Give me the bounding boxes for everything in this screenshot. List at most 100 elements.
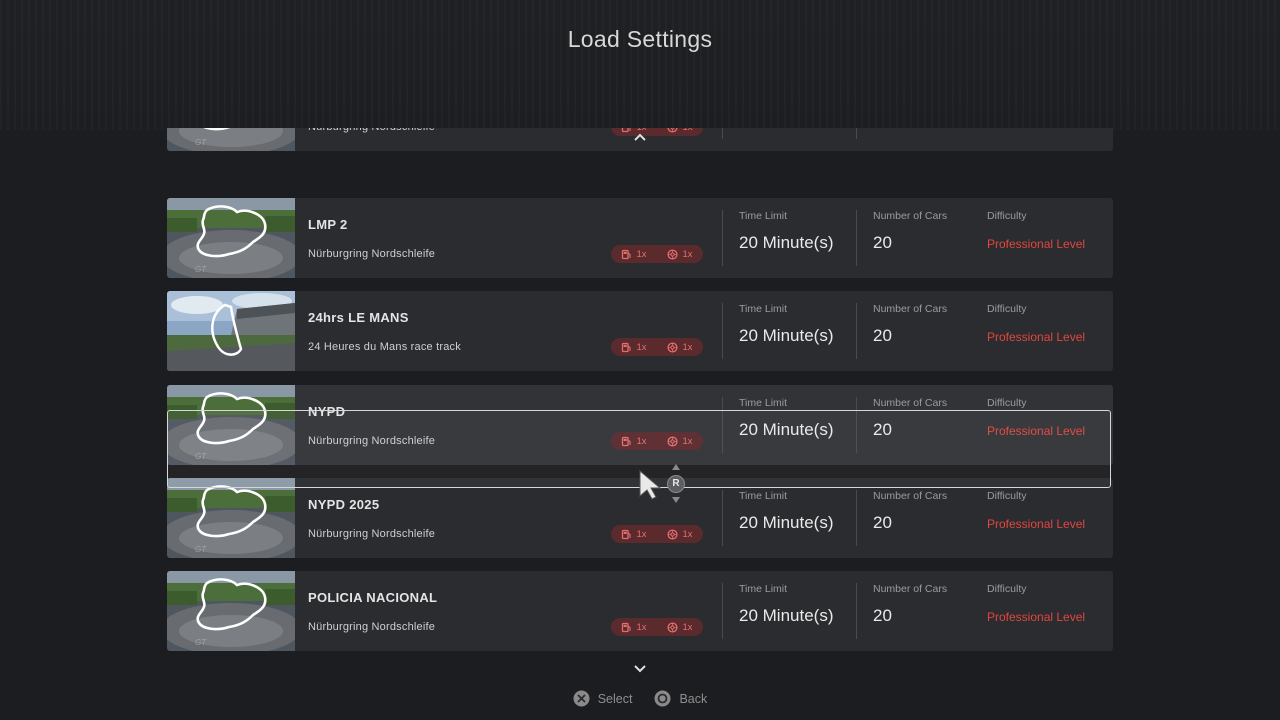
tire-wear-icon <box>668 128 678 133</box>
wear-multipliers: 1x 1x <box>611 338 703 356</box>
header-background <box>0 0 1280 130</box>
tire-multiplier-value: 1x <box>682 128 692 133</box>
num-cars-value: 20 <box>873 513 892 532</box>
tire-wear-icon <box>667 528 679 540</box>
tire-wear-icon <box>667 621 679 633</box>
right-stick-icon: R <box>667 475 685 493</box>
tire-multiplier: 1x <box>667 528 693 540</box>
column-divider <box>856 128 857 139</box>
difficulty-value: Professional Level <box>987 330 1086 344</box>
num-cars-column: Number of Cars 20 <box>873 490 947 554</box>
num-cars-column: Number of Cars 20 <box>873 128 947 147</box>
difficulty-column: Difficulty Professional Level <box>987 490 1085 554</box>
wear-multipliers: 1x 1x <box>611 245 703 263</box>
track-name: Nürburgring Nordschleife <box>308 528 436 540</box>
fuel-icon <box>622 342 632 352</box>
column-divider <box>722 303 723 359</box>
num-cars-value: 20 <box>873 326 892 345</box>
fuel-multiplier-value: 1x <box>636 248 647 260</box>
back-hint[interactable]: Back <box>654 690 707 707</box>
tire-wear-icon <box>667 341 679 353</box>
num-cars-label: Number of Cars <box>873 490 948 502</box>
pointer-cursor-icon <box>639 470 662 500</box>
time-limit-label: Time Limit <box>739 210 788 222</box>
track-thumbnail: GT <box>167 128 295 151</box>
svg-text:GT: GT <box>195 265 207 274</box>
tire-multiplier-value: 1x <box>682 528 693 540</box>
column-divider <box>722 583 723 639</box>
fuel-multiplier-value: 1x <box>636 528 647 540</box>
num-cars-column: Number of Cars 20 <box>873 303 947 367</box>
tire-multiplier-value: 1x <box>682 341 693 353</box>
time-limit-value: 20 Minute(s) <box>739 513 834 532</box>
fuel-multiplier: 1x <box>621 341 647 353</box>
difficulty-label: Difficulty <box>987 583 1027 595</box>
svg-text:GT: GT <box>195 138 207 147</box>
column-divider <box>722 490 723 546</box>
footer-hints: Select Back <box>0 690 1280 707</box>
tire-multiplier: 1x <box>667 128 693 133</box>
difficulty-label: Difficulty <box>987 303 1027 315</box>
wear-multipliers: 1x 1x <box>611 525 703 543</box>
difficulty-column: Difficulty Professional Level <box>987 128 1085 147</box>
settings-row[interactable]: 24hrs LE MANS 24 Heures du Mans race tra… <box>167 291 1113 371</box>
wear-multipliers: 1x 1x <box>611 618 703 636</box>
column-divider <box>856 490 857 546</box>
page-title: Load Settings <box>567 26 713 52</box>
column-divider <box>856 210 857 266</box>
stick-up-icon <box>672 464 680 470</box>
settings-list[interactable]: GT Street Racers Nürburgring Nordschleif… <box>167 128 1113 676</box>
fuel-multiplier-value: 1x <box>636 621 647 633</box>
svg-text:GT: GT <box>195 545 207 554</box>
num-cars-column: Number of Cars 20 <box>873 210 947 274</box>
fuel-multiplier: 1x <box>621 248 647 260</box>
track-thumbnail: GT <box>167 198 295 278</box>
fuel-multiplier-value: 1x <box>636 341 647 353</box>
time-limit-label: Time Limit <box>739 397 788 409</box>
column-divider <box>722 210 723 266</box>
tire-wear-icon <box>667 248 679 260</box>
setting-name: LMP 2 <box>308 217 348 232</box>
fuel-icon <box>622 128 632 132</box>
column-divider <box>722 128 723 139</box>
setting-name: 24hrs LE MANS <box>308 310 409 325</box>
difficulty-column: Difficulty Professional Level <box>987 210 1085 274</box>
track-thumbnail: GT <box>167 478 295 558</box>
fuel-icon <box>622 529 632 539</box>
select-hint-label: Select <box>597 691 633 706</box>
select-hint[interactable]: Select <box>573 690 633 707</box>
time-limit-value: 20 Minute(s) <box>739 606 834 625</box>
stick-down-icon <box>672 497 680 503</box>
track-name: 24 Heures du Mans race track <box>308 341 461 353</box>
settings-row[interactable]: GT POLICIA NACIONAL Nürburgring Nordschl… <box>167 571 1113 651</box>
time-limit-column: Time Limit 20 Minute(s) <box>739 583 833 647</box>
track-name: Nürburgring Nordschleife <box>308 621 436 633</box>
num-cars-column: Number of Cars 20 <box>873 583 947 647</box>
fuel-icon <box>622 622 632 632</box>
scroll-down-icon[interactable] <box>632 663 648 675</box>
wear-multipliers: 1x 1x <box>611 128 703 136</box>
settings-row[interactable]: GT LMP 2 Nürburgring Nordschleife 1x 1x … <box>167 198 1113 278</box>
fuel-icon <box>622 249 632 259</box>
time-limit-column: Time Limit 20 Minute(s) <box>739 128 833 147</box>
num-cars-label: Number of Cars <box>873 397 948 409</box>
difficulty-column: Difficulty Professional Level <box>987 303 1085 367</box>
fuel-multiplier: 1x <box>621 621 647 633</box>
column-divider <box>856 583 857 639</box>
num-cars-value: 20 <box>873 233 892 252</box>
setting-name: NYPD 2025 <box>308 497 380 512</box>
time-limit-column: Time Limit 20 Minute(s) <box>739 303 833 367</box>
circle-button-icon <box>654 690 671 707</box>
difficulty-column: Difficulty Professional Level <box>987 583 1085 647</box>
cross-button-icon <box>573 690 590 707</box>
tire-multiplier: 1x <box>667 248 693 260</box>
num-cars-value: 20 <box>873 606 892 625</box>
scroll-up-icon[interactable] <box>632 131 648 143</box>
time-limit-label: Time Limit <box>739 303 788 315</box>
tire-multiplier: 1x <box>667 621 693 633</box>
num-cars-label: Number of Cars <box>873 583 948 595</box>
time-limit-label: Time Limit <box>739 583 788 595</box>
time-limit-label: Time Limit <box>739 490 788 502</box>
track-thumbnail: GT <box>167 571 295 651</box>
time-limit-value: 20 Minute(s) <box>739 326 834 345</box>
